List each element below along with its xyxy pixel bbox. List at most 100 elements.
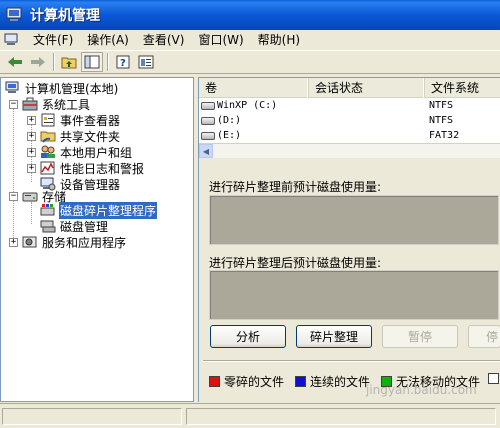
after-usage-display	[209, 270, 499, 320]
tree-item-root[interactable]: 计算机管理(本地)	[5, 80, 119, 96]
free-space-swatch	[488, 373, 499, 384]
tree-item-system-tools[interactable]: − 系统工具	[9, 96, 91, 112]
tree-label: 磁盘碎片整理程序	[59, 201, 158, 219]
analyze-button[interactable]: 分析	[210, 325, 286, 348]
hard-disk-icon	[201, 131, 215, 140]
volume-list-header: 卷 会话状态 文件系统	[199, 78, 500, 98]
tree-item-performance-logs[interactable]: + 性能日志和警报	[27, 160, 145, 176]
volume-file-system: FAT32	[429, 130, 460, 141]
up-folder-icon	[61, 57, 77, 69]
before-usage-label: 进行碎片整理前预计磁盘使用量:	[209, 180, 382, 194]
expand-toggle[interactable]: +	[27, 163, 36, 173]
expand-toggle[interactable]: +	[27, 131, 36, 141]
hard-disk-icon	[201, 116, 215, 125]
computer-icon	[5, 81, 19, 93]
status-bar	[0, 403, 500, 428]
menu-window[interactable]: 窗口(W)	[191, 30, 250, 50]
disk-management-icon	[40, 220, 56, 233]
performance-chart-icon	[40, 161, 55, 175]
window-title: 计算机管理	[30, 8, 100, 24]
tree-label: 本地用户和组	[60, 145, 133, 160]
up-button[interactable]	[58, 52, 80, 72]
stop-button[interactable]: 停	[468, 325, 500, 348]
expand-toggle[interactable]: +	[27, 147, 36, 157]
help-button[interactable]: ?	[112, 52, 134, 72]
before-usage-display	[209, 195, 499, 245]
column-header-file-system[interactable]: 文件系统	[425, 78, 500, 98]
defragment-button[interactable]: 碎片整理	[296, 325, 372, 348]
scrollbar-track[interactable]	[213, 145, 500, 158]
tree-item-local-users[interactable]: + 本地用户和组	[27, 144, 133, 160]
scroll-left-icon[interactable]: ◀	[199, 144, 213, 158]
column-header-session-status[interactable]: 会话状态	[309, 78, 425, 98]
event-viewer-icon	[41, 113, 55, 127]
tree-label: 性能日志和警报	[60, 161, 145, 176]
menu-action[interactable]: 操作(A)	[80, 30, 136, 50]
volume-list[interactable]: 卷 会话状态 文件系统 WinXP (C:) NTFS (D:) NTFS (E…	[199, 78, 500, 158]
volume-name: (E:)	[217, 130, 242, 141]
tree-item-shared-folders[interactable]: + 共享文件夹	[27, 128, 121, 144]
show-hide-tree-icon	[84, 55, 100, 69]
legend-separator	[203, 360, 500, 361]
system-menu-icon[interactable]	[4, 33, 20, 47]
show-hide-tree-button[interactable]	[81, 52, 103, 72]
tree-item-event-viewer[interactable]: + 事件查看器	[27, 112, 121, 128]
toolbar: ?	[0, 50, 500, 74]
status-cell	[2, 408, 182, 425]
forward-button[interactable]	[27, 52, 49, 72]
volume-row[interactable]: (D:) NTFS	[199, 113, 500, 128]
expand-toggle[interactable]: +	[27, 115, 36, 125]
collapse-toggle[interactable]: −	[9, 191, 18, 201]
tree-label: 磁盘管理	[60, 219, 109, 234]
legend-free-space	[488, 373, 500, 384]
tree-label: 共享文件夹	[60, 129, 121, 144]
tree-item-services-applications[interactable]: + 服务和应用程序	[9, 234, 127, 250]
horizontal-scrollbar[interactable]: ◀	[199, 143, 500, 158]
toolbar-separator	[107, 53, 109, 71]
tree-label: 计算机管理(本地)	[25, 81, 119, 96]
computer-management-icon	[6, 7, 22, 21]
tree-connector	[31, 202, 32, 224]
tree-connector	[13, 102, 14, 242]
svg-text:?: ?	[120, 58, 126, 69]
volume-file-system: NTFS	[429, 115, 454, 126]
volume-name: WinXP (C:)	[217, 100, 278, 111]
toolbar-separator	[53, 53, 55, 71]
tree-label: 系统工具	[42, 97, 91, 112]
console-tree[interactable]: 计算机管理(本地) − 系统工具 + 事件查看器 + 共享文件夹 + 本地用户和…	[0, 77, 194, 402]
help-icon: ?	[116, 55, 130, 69]
menu-file[interactable]: 文件(F)	[26, 30, 80, 50]
tree-label: 设备管理器	[60, 177, 121, 192]
back-arrow-icon	[8, 57, 22, 67]
properties-button[interactable]	[135, 52, 157, 72]
defragmenter-icon	[40, 204, 55, 216]
tree-item-disk-management[interactable]: 磁盘管理	[40, 218, 109, 234]
menu-help[interactable]: 帮助(H)	[251, 30, 307, 50]
defragmenter-pane: 卷 会话状态 文件系统 WinXP (C:) NTFS (D:) NTFS (E…	[198, 77, 500, 402]
storage-icon	[22, 192, 38, 202]
expand-toggle[interactable]: +	[9, 237, 18, 247]
volume-name: (D:)	[217, 115, 242, 126]
tree-item-disk-defragmenter[interactable]: 磁盘碎片整理程序	[40, 201, 158, 219]
contiguous-swatch	[295, 376, 306, 387]
collapse-toggle[interactable]: −	[9, 99, 18, 109]
column-header-volume[interactable]: 卷	[199, 78, 309, 98]
tree-label: 事件查看器	[60, 113, 121, 128]
fragmented-swatch	[209, 376, 220, 387]
forward-arrow-icon	[31, 57, 45, 67]
properties-icon	[138, 55, 154, 69]
legend-fragmented: 零碎的文件	[209, 373, 284, 390]
volume-row[interactable]: (E:) FAT32	[199, 128, 500, 143]
volume-row[interactable]: WinXP (C:) NTFS	[199, 98, 500, 113]
services-icon	[22, 236, 37, 248]
status-cell	[186, 408, 496, 425]
legend-label: 连续的文件	[310, 375, 371, 389]
menu-view[interactable]: 查看(V)	[136, 30, 192, 50]
legend-label: 零碎的文件	[224, 375, 285, 389]
legend-contiguous: 连续的文件	[295, 373, 370, 390]
pause-button[interactable]: 暂停	[382, 325, 458, 348]
after-usage-label: 进行碎片整理后预计磁盘使用量:	[209, 256, 382, 270]
title-bar: 计算机管理	[0, 0, 500, 30]
watermark-text: jingyan.baidu.com	[366, 383, 477, 397]
back-button[interactable]	[4, 52, 26, 72]
